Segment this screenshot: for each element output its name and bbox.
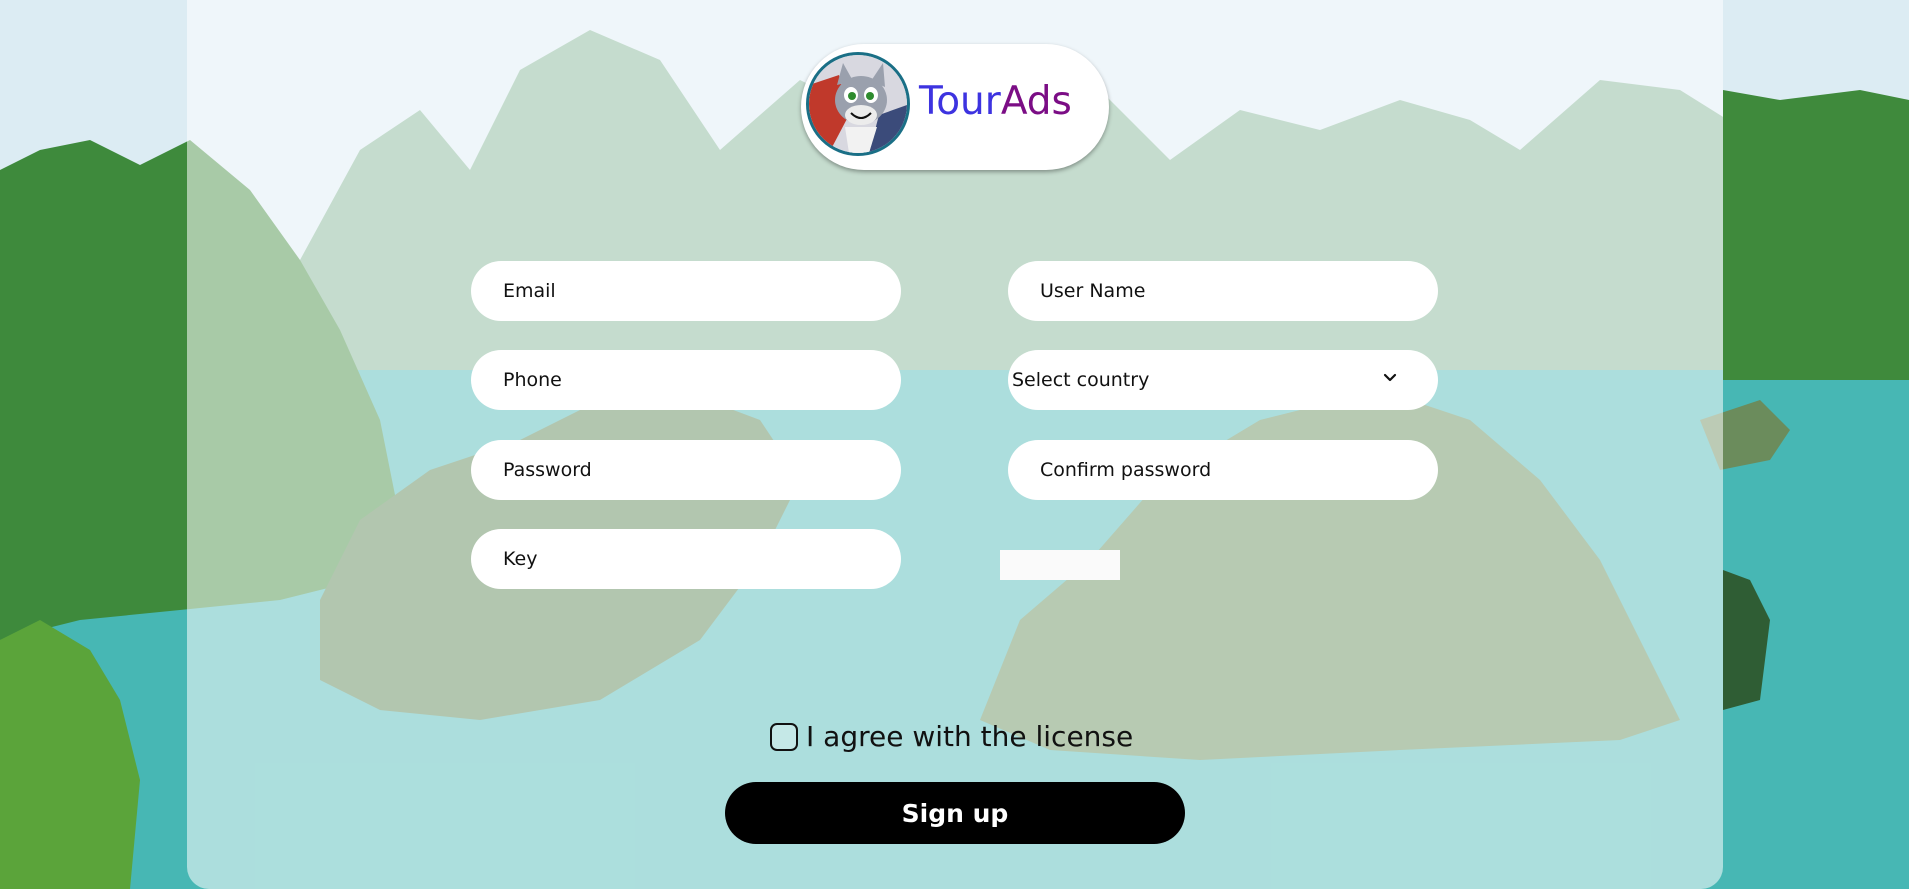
brand-name-part1: Tour	[919, 79, 1001, 124]
key-placeholder: Key	[503, 548, 538, 570]
password-placeholder: Password	[503, 459, 592, 481]
cartoon-cat-avatar-icon	[806, 52, 910, 156]
key-field[interactable]: Key	[471, 529, 901, 589]
brand-logo: TourAds	[801, 44, 1109, 170]
phone-field[interactable]: Phone	[471, 350, 901, 410]
country-select[interactable]: Select country	[1008, 350, 1438, 410]
country-select-value: Select country	[1012, 369, 1150, 391]
confirm-password-field[interactable]: Confirm password	[1008, 440, 1438, 500]
username-field[interactable]: User Name	[1008, 261, 1438, 321]
license-label: I agree with the license	[806, 720, 1134, 753]
signup-button[interactable]: Sign up	[725, 782, 1185, 844]
chevron-down-icon	[1380, 368, 1400, 388]
username-placeholder: User Name	[1040, 280, 1146, 302]
password-field[interactable]: Password	[471, 440, 901, 500]
license-agreement: I agree with the license	[770, 720, 1133, 753]
brand-name: TourAds	[919, 82, 1072, 121]
phone-placeholder: Phone	[503, 369, 562, 391]
license-checkbox[interactable]	[770, 722, 798, 751]
email-field[interactable]: Email	[471, 261, 901, 321]
email-placeholder: Email	[503, 280, 556, 302]
confirm-password-placeholder: Confirm password	[1040, 459, 1212, 481]
brand-name-part2: Ads	[1000, 79, 1072, 124]
